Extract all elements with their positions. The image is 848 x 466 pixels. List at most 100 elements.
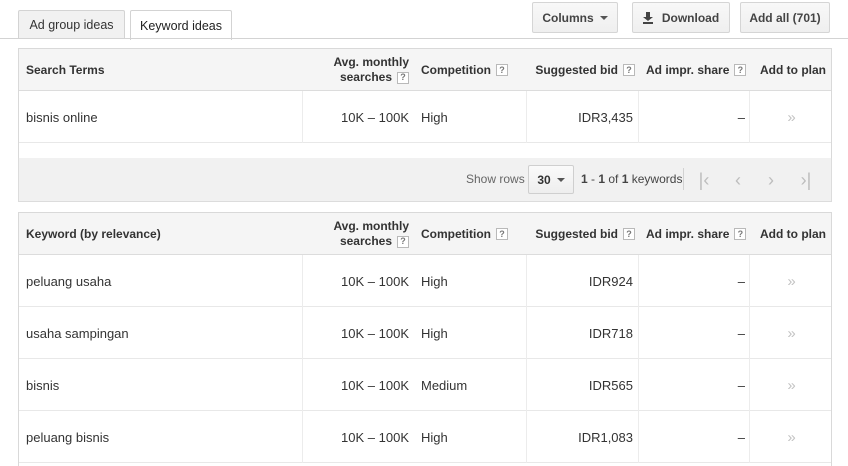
tab-keyword-ideas[interactable]: Keyword ideas	[130, 10, 232, 40]
header-label: Ad impr. share	[646, 63, 730, 77]
first-page-icon: |‹	[698, 169, 710, 190]
column-header-competition[interactable]: Competition?	[421, 49, 531, 91]
competition-cell: High	[421, 109, 448, 125]
columns-label: Columns	[542, 10, 594, 25]
header-label: Add to plan	[760, 227, 826, 241]
header-label: Suggested bid	[535, 63, 618, 77]
column-header-suggested-bid[interactable]: Suggested bid?	[527, 49, 635, 91]
pager-divider	[683, 168, 684, 190]
header-label: Search Terms	[26, 63, 105, 77]
suggested-bid-cell: IDR718	[588, 325, 633, 341]
double-chevron-right-icon: »	[787, 376, 796, 394]
keyword-cell: bisnis	[26, 377, 60, 393]
add-to-plan-button[interactable]: »	[750, 255, 833, 307]
double-chevron-right-icon: »	[787, 272, 796, 290]
search-terms-table: Search Terms Avg. monthly searches? Comp…	[18, 48, 832, 159]
column-header-ad-impr-share[interactable]: Ad impr. share?	[646, 49, 756, 91]
help-icon[interactable]: ?	[496, 64, 508, 76]
avg-searches-cell: 10K – 100K	[341, 377, 409, 393]
last-page-button[interactable]: ›|	[791, 166, 821, 194]
header-label: Suggested bid	[535, 227, 618, 241]
tab-ad-group-ideas[interactable]: Ad group ideas	[18, 10, 125, 39]
competition-cell: High	[421, 325, 448, 341]
table-header: Search Terms Avg. monthly searches? Comp…	[19, 49, 831, 91]
rows-per-page-select[interactable]: 30	[528, 165, 574, 194]
avg-searches-cell: 10K – 100K	[341, 429, 409, 445]
pagination-bar: Show rows 30 1 - 1 of 1 keywords |‹ ‹ › …	[18, 158, 832, 202]
header-label: searches	[339, 234, 392, 248]
column-header-ad-impr-share[interactable]: Ad impr. share?	[646, 213, 756, 255]
header-label: Avg. monthly	[333, 55, 409, 69]
tab-divider	[0, 38, 848, 39]
competition-cell: High	[421, 429, 448, 445]
double-chevron-right-icon: »	[787, 108, 796, 126]
first-page-button[interactable]: |‹	[689, 166, 719, 194]
keyword-cell: peluang usaha	[26, 273, 112, 289]
show-rows-label: Show rows	[466, 172, 525, 186]
column-header-competition[interactable]: Competition?	[421, 213, 531, 255]
add-to-plan-button[interactable]: »	[750, 411, 833, 463]
column-header-avg-monthly-searches[interactable]: Avg. monthly searches?	[303, 49, 409, 91]
help-icon[interactable]: ?	[734, 228, 747, 240]
column-header-suggested-bid[interactable]: Suggested bid?	[527, 213, 635, 255]
keyword-cell: peluang bisnis	[26, 429, 110, 445]
suggested-bid-cell: IDR1,083	[578, 429, 633, 445]
column-header-add-to-plan: Add to plan	[760, 213, 830, 255]
add-to-plan-button[interactable]: »	[750, 91, 833, 143]
ad-impr-share-cell: –	[737, 325, 745, 341]
avg-searches-cell: 10K – 100K	[341, 109, 409, 125]
add-all-label: Add all (701)	[749, 10, 821, 25]
help-icon[interactable]: ?	[623, 228, 635, 240]
table-row: peluang usaha 10K – 100K High IDR924 – »	[19, 255, 831, 307]
suggested-bid-cell: IDR3,435	[578, 109, 633, 125]
keyword-ideas-table: Keyword (by relevance) Avg. monthly sear…	[18, 212, 832, 466]
chevron-right-icon: ›	[768, 169, 774, 190]
help-icon[interactable]: ?	[397, 235, 409, 248]
rows-per-page-value: 30	[537, 172, 551, 187]
competition-cell: High	[421, 273, 448, 289]
column-header-keyword[interactable]: Keyword (by relevance)	[26, 213, 276, 255]
next-page-button[interactable]: ›	[756, 166, 786, 194]
add-all-button[interactable]: Add all (701)	[740, 2, 830, 33]
help-icon[interactable]: ?	[623, 64, 635, 76]
column-header-add-to-plan: Add to plan	[760, 49, 830, 91]
help-icon[interactable]: ?	[496, 228, 508, 240]
tab-label: Keyword ideas	[140, 18, 222, 33]
competition-cell: Medium	[421, 377, 468, 393]
page-range-text: 1 - 1 of 1 keywords	[581, 172, 683, 186]
column-header-search-terms[interactable]: Search Terms	[26, 49, 276, 91]
avg-searches-cell: 10K – 100K	[341, 325, 409, 341]
help-icon[interactable]: ?	[734, 64, 747, 76]
table-header: Keyword (by relevance) Avg. monthly sear…	[19, 213, 831, 255]
keyword-rows: peluang usaha 10K – 100K High IDR924–» usaha…	[19, 255, 831, 463]
table-row: usaha sampingan 10K – 100K High IDR718 – »	[19, 307, 831, 359]
table-row: bisnis 10K – 100K Medium IDR565 – »	[19, 359, 831, 411]
ad-impr-share-cell: –	[737, 377, 745, 393]
header-label: searches	[339, 70, 392, 84]
double-chevron-right-icon: »	[787, 428, 796, 446]
chevron-down-icon	[556, 177, 565, 182]
previous-page-button[interactable]: ‹	[723, 166, 753, 194]
download-button[interactable]: Download	[632, 2, 730, 33]
header-label: Ad impr. share	[646, 227, 730, 241]
keyword-cell: usaha sampingan	[26, 325, 129, 341]
header-label: Competition	[421, 227, 491, 241]
table-row: peluang bisnis 10K – 100K High IDR1,083 – »	[19, 411, 831, 463]
column-header-avg-monthly-searches[interactable]: Avg. monthly searches?	[303, 213, 409, 255]
chevron-down-icon	[599, 15, 608, 20]
tab-label: Ad group ideas	[29, 18, 114, 32]
help-icon[interactable]: ?	[397, 71, 409, 84]
avg-searches-cell: 10K – 100K	[341, 273, 409, 289]
double-chevron-right-icon: »	[787, 324, 796, 342]
top-bar: Ad group ideas Keyword ideas Columns Dow…	[0, 0, 848, 40]
ad-impr-share-cell: –	[737, 429, 745, 445]
download-label: Download	[661, 10, 720, 25]
columns-button[interactable]: Columns	[532, 2, 618, 33]
add-to-plan-button[interactable]: »	[750, 359, 833, 411]
download-icon	[642, 11, 653, 24]
suggested-bid-cell: IDR924	[588, 273, 633, 289]
add-to-plan-button[interactable]: »	[750, 307, 833, 359]
header-label: Competition	[421, 63, 491, 77]
search-term-cell: bisnis online	[26, 109, 98, 125]
table-row: bisnis online 10K – 100K High IDR3,435 –…	[19, 91, 831, 143]
